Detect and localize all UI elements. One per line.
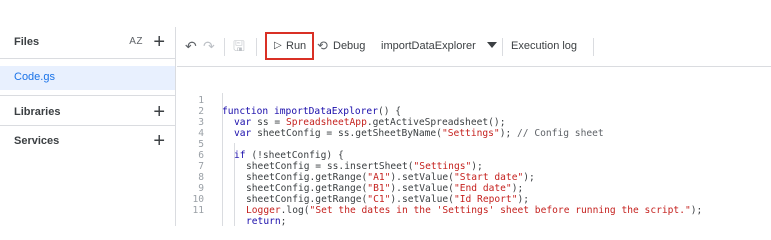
execution-log-button[interactable]: Execution log <box>511 40 577 52</box>
code-line: 5 if (!sheetConfig) { <box>177 128 771 161</box>
code-line: 9 sheetConfig.getRange("C1").setValue("I… <box>177 172 771 205</box>
code-line: 10 Logger.log("Set the dates in the 'Set… <box>177 183 771 216</box>
code-line: 3 var sheetConfig = ss.getSheetByName("S… <box>177 106 771 139</box>
sort-az-icon[interactable]: AZ <box>129 36 143 47</box>
add-service-button[interactable]: + <box>153 129 165 153</box>
code-editor[interactable]: 1 function importDataExplorer() { 2 var … <box>177 67 771 227</box>
debug-icon[interactable]: ⟲ <box>317 38 328 54</box>
add-file-button[interactable]: + <box>153 30 165 54</box>
function-select[interactable]: importDataExplorer <box>381 40 476 52</box>
line-number: 11 <box>192 205 204 216</box>
toolbar-divider <box>256 38 257 56</box>
divider <box>0 95 175 96</box>
code-line: 11 return; <box>177 194 771 227</box>
add-library-button[interactable]: + <box>153 100 165 124</box>
services-section: Services + <box>0 126 175 158</box>
code-line: 7 sheetConfig.getRange("A1").setValue("S… <box>177 150 771 183</box>
code-line: 4 <box>177 117 771 139</box>
save-icon[interactable]: 🖫 <box>233 38 245 54</box>
code-text: return; <box>246 216 287 227</box>
files-label: Files <box>14 36 40 48</box>
toolbar-divider <box>224 38 225 56</box>
code-line: 8 sheetConfig.getRange("B1").setValue("E… <box>177 161 771 194</box>
file-item-code-gs[interactable]: Code.gs <box>0 66 175 90</box>
file-name: Code.gs <box>14 71 55 83</box>
redo-icon[interactable]: ↷ <box>203 38 215 54</box>
libraries-label: Libraries <box>14 106 61 118</box>
debug-button[interactable]: Debug <box>333 40 365 52</box>
code-text: Logger.log("Set the dates in the 'Settin… <box>246 205 703 216</box>
undo-icon[interactable]: ↶ <box>185 38 197 54</box>
editor-toolbar: ↶ ↷ 🖫 ▷ Run ⟲ Debug importDataExplorer E… <box>177 27 771 67</box>
services-label: Services <box>14 135 60 147</box>
run-label: Run <box>286 40 307 52</box>
toolbar-divider <box>502 38 503 56</box>
code-line: 6 sheetConfig = ss.insertSheet("Settings… <box>177 139 771 172</box>
code-line: 2 var ss = SpreadsheetApp.getActiveSprea… <box>177 95 771 128</box>
run-button[interactable]: ▷ Run <box>265 32 314 60</box>
play-icon: ▷ <box>274 40 282 51</box>
files-sidebar: Files AZ + Code.gs Libraries + Services … <box>0 27 176 226</box>
code-line: 1 function importDataExplorer() { <box>177 84 771 117</box>
toolbar-divider <box>593 38 594 56</box>
files-header: Files AZ + <box>0 27 175 59</box>
chevron-down-icon[interactable] <box>487 42 497 48</box>
